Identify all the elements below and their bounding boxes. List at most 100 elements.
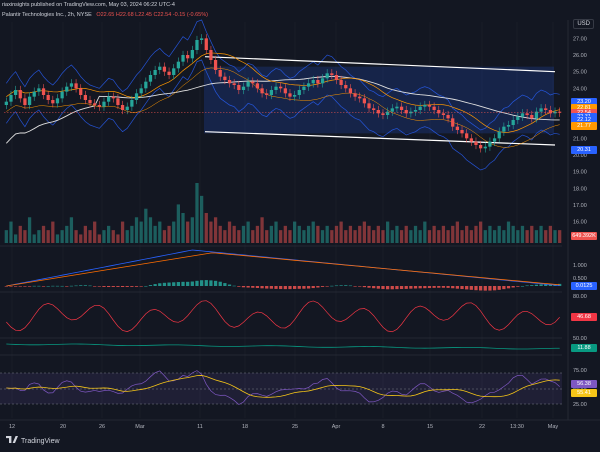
candle-body (251, 81, 255, 84)
candle-body (460, 130, 464, 134)
volume-bar (74, 230, 78, 243)
candle-body (330, 73, 334, 75)
volume-bar (255, 225, 260, 243)
macd-histogram-bar (37, 285, 41, 287)
macd-histogram-bar (423, 286, 427, 289)
volume-bar (558, 230, 562, 243)
volume-bar (372, 230, 376, 243)
volume-bar (451, 225, 455, 243)
candle-body (27, 96, 32, 105)
candle-body (395, 106, 399, 109)
volume-bar (176, 204, 181, 243)
macd-histogram-bar (65, 286, 69, 287)
volume-bar (265, 230, 269, 243)
candle-body (176, 61, 181, 69)
macd-histogram-bar (297, 286, 301, 289)
volume-bar (548, 225, 553, 243)
macd-histogram-bar (413, 286, 418, 289)
macd-histogram-bar (130, 286, 134, 287)
volume-bar (251, 230, 255, 243)
candle-body (144, 81, 148, 89)
candle-body (213, 60, 218, 70)
candle-body (255, 83, 260, 89)
candle-body (469, 138, 473, 142)
macd-histogram-bar (530, 285, 534, 286)
volume-bar (525, 230, 529, 243)
volume-bar (60, 230, 64, 243)
candle-body (488, 141, 492, 147)
time-tick-label: 26 (99, 424, 105, 430)
volume-bar (311, 221, 315, 243)
tradingview-logo-icon (6, 436, 18, 443)
candle-body (367, 103, 371, 109)
macd-histogram-bar (195, 280, 199, 286)
volume-bar (218, 225, 222, 243)
candle-body (451, 118, 455, 127)
volume-bar (55, 234, 60, 243)
candle-body (385, 111, 390, 115)
rsi-ma-label: 55.41 (571, 389, 597, 397)
macd-histogram-bar (478, 286, 483, 291)
volume-bar (186, 221, 190, 243)
time-tick-label: May (548, 424, 559, 430)
candle-body (74, 83, 78, 89)
time-tick-label: 20 (60, 424, 66, 430)
macd-histogram-bar (488, 286, 492, 291)
macd-histogram-bar (172, 282, 176, 286)
macd-histogram-bar (260, 286, 264, 289)
candle-body (223, 76, 227, 80)
macd-histogram-bar (316, 286, 320, 288)
macd-histogram-bar (465, 286, 469, 290)
macd-histogram-bar (292, 286, 297, 289)
volume-bar (167, 225, 171, 243)
candle-body (46, 95, 50, 100)
macd-histogram-bar (255, 286, 260, 288)
macd-histogram-bar (362, 286, 367, 288)
macd-label: 0.0125 (571, 282, 597, 290)
macd-histogram-bar (223, 283, 227, 286)
macd-histogram-bar (418, 286, 422, 289)
price-tick-label: 26.00 (573, 53, 587, 59)
macd-histogram-bar (455, 286, 460, 289)
chart-canvas[interactable]: 27.0026.0025.0024.0023.0022.0021.0020.00… (0, 0, 600, 452)
macd-histogram-bar (74, 285, 78, 287)
macd-histogram-bar (18, 286, 22, 287)
macd-histogram-bar (330, 285, 334, 287)
candle-body (69, 83, 74, 87)
candle-body (158, 66, 162, 70)
volume-bar (506, 221, 511, 243)
volume-bar (260, 217, 264, 243)
volume-bar (404, 225, 408, 243)
candle-body (83, 95, 88, 100)
macd-histogram-bar (144, 285, 148, 287)
time-tick-label: 8 (381, 424, 384, 430)
candle-body (106, 96, 111, 102)
volume-bar (9, 221, 13, 243)
price-tick-label: 24.00 (573, 86, 587, 92)
volume-bar (97, 234, 101, 243)
volume-bar (478, 221, 483, 243)
macd-histogram-bar (385, 286, 390, 290)
price-label: 20.31 (571, 145, 597, 154)
macd-histogram-bar (60, 285, 64, 287)
macd-histogram-bar (218, 281, 222, 286)
volume-bar (88, 230, 92, 243)
volume-bar (441, 225, 446, 243)
candle-body (539, 108, 543, 112)
candle-body (358, 96, 362, 99)
volume-bar (102, 230, 106, 243)
candle-body (474, 141, 478, 145)
volume-bar (51, 221, 55, 243)
volume-bar (195, 183, 199, 243)
macd-histogram-bar (190, 281, 194, 286)
candle-body (432, 106, 436, 110)
macd-histogram-bar (274, 286, 278, 289)
macd-histogram-bar (209, 280, 213, 286)
candle-body (279, 86, 283, 89)
volume-bar (339, 221, 343, 243)
candle-body (111, 96, 115, 99)
volume-bar (492, 230, 497, 243)
candle-body (37, 88, 41, 92)
candle-body (511, 120, 515, 125)
candle-body (339, 80, 343, 85)
